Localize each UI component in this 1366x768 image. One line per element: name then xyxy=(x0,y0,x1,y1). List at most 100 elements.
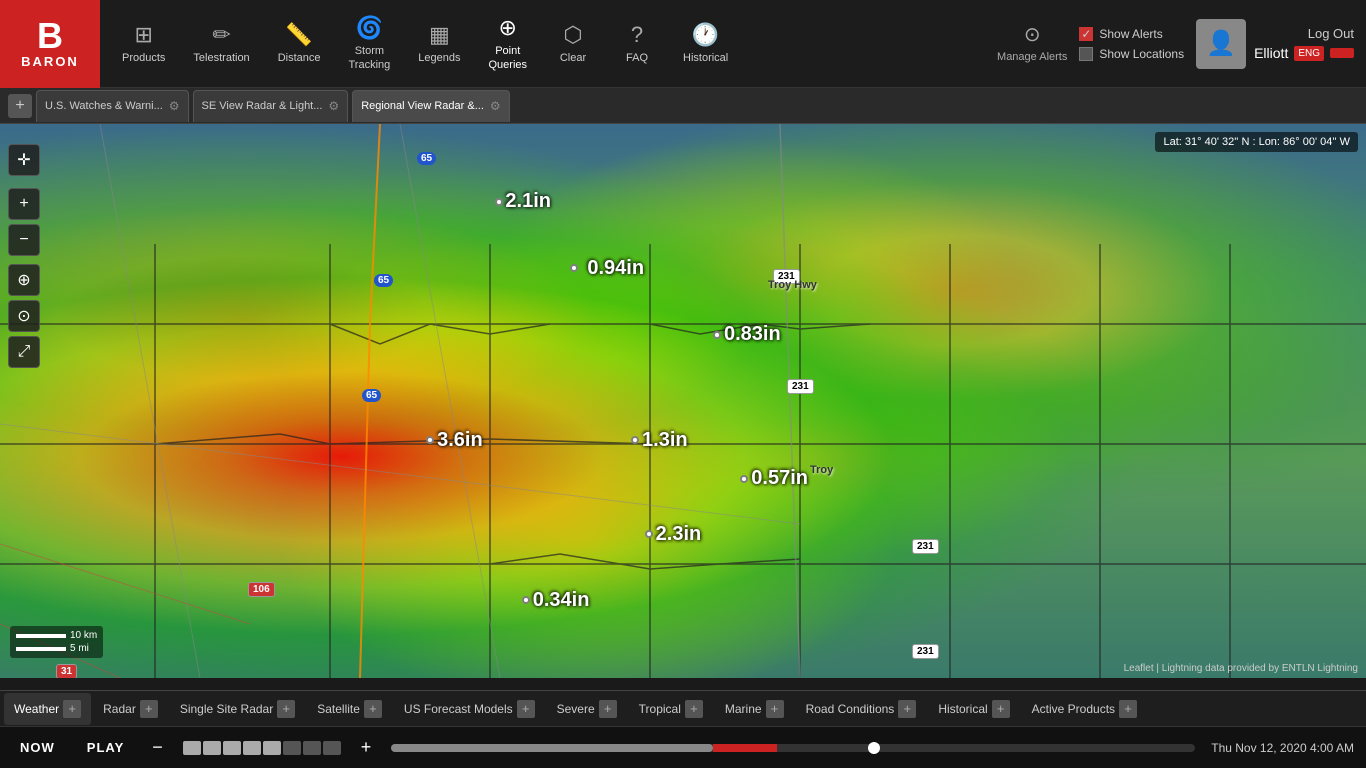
zoom-in-button[interactable]: + xyxy=(8,188,40,220)
nav-item-historical[interactable]: 🕐Historical xyxy=(671,4,740,84)
nav-item-distance[interactable]: 📏 Distance xyxy=(266,4,333,84)
bottom-tab-plus-active-products[interactable]: + xyxy=(1119,700,1137,718)
bottom-tab-historical[interactable]: Historical + xyxy=(928,693,1019,725)
faq-icon: ? xyxy=(631,22,643,48)
flag-indicator xyxy=(1330,48,1354,58)
show-locations-label: Show Locations xyxy=(1099,47,1184,61)
bottom-tab-marine[interactable]: Marine+ xyxy=(715,693,794,725)
bottom-tab-plus-single-site-radar[interactable]: + xyxy=(277,700,295,718)
clear-icon: ⬡ xyxy=(563,22,582,48)
tab-gear-tab2[interactable]: ⚙ xyxy=(328,99,339,113)
bottom-tab-plus-marine[interactable]: + xyxy=(766,700,784,718)
bottom-tab-label-us-forecast-models: US Forecast Models xyxy=(404,702,513,716)
tab-tab3[interactable]: Regional View Radar &... ⚙ xyxy=(352,90,509,122)
bottom-tab-label-tropical: Tropical xyxy=(639,702,681,716)
tab-gear-tab1[interactable]: ⚙ xyxy=(169,99,180,113)
location-button[interactable]: ⊕ xyxy=(8,264,40,296)
legends-icon: ▦ xyxy=(429,22,450,48)
bottom-tab-label-active-products: Active Products xyxy=(1032,702,1115,716)
zoom-out-button[interactable]: − xyxy=(8,224,40,256)
bottom-tab-plus-satellite[interactable]: + xyxy=(364,700,382,718)
play-button[interactable]: PLAY xyxy=(79,736,132,759)
map-area[interactable]: 65 65 65 231 231 231 231 106 31 55 84 43… xyxy=(0,124,1366,678)
pan-icon[interactable]: ✛ xyxy=(8,144,40,176)
segment-6 xyxy=(283,741,301,755)
segment-1 xyxy=(183,741,201,755)
tab-gear-tab3[interactable]: ⚙ xyxy=(490,99,501,113)
bottom-tab-weather[interactable]: Weather+ xyxy=(4,693,91,725)
bottom-tab-radar[interactable]: Radar+ xyxy=(93,693,168,725)
show-alerts-label: Show Alerts xyxy=(1099,27,1162,41)
bottom-tab-tropical[interactable]: Tropical + xyxy=(629,693,713,725)
bottom-tab-plus-historical[interactable]: + xyxy=(992,700,1010,718)
bottom-tab-plus-weather[interactable]: + xyxy=(63,700,81,718)
scale-km-label: 10 km xyxy=(70,630,97,641)
bottom-tab-us-forecast-models[interactable]: US Forecast Models + xyxy=(394,693,545,725)
bottom-tab-active-products[interactable]: Active Products + xyxy=(1022,693,1147,725)
timeline-filled xyxy=(391,744,713,752)
tab-label-tab3: Regional View Radar &... xyxy=(361,100,484,112)
bottom-tab-plus-tropical[interactable]: + xyxy=(685,700,703,718)
show-locations-checkbox[interactable] xyxy=(1079,47,1093,61)
timeline-segments xyxy=(183,741,341,755)
segment-2 xyxy=(203,741,221,755)
user-area: 👤 Log Out Elliott ENG xyxy=(1196,19,1354,69)
user-name: Elliott xyxy=(1254,45,1288,61)
tab-label-tab1: U.S. Watches & Warni... xyxy=(45,100,163,112)
bottom-tab-plus-road-conditions[interactable]: + xyxy=(898,700,916,718)
nav-item-products[interactable]: ⊞Products xyxy=(110,4,177,84)
bottom-tab-plus-us-forecast-models[interactable]: + xyxy=(517,700,535,718)
bottom-tab-satellite[interactable]: Satellite + xyxy=(307,693,392,725)
timeline-track[interactable] xyxy=(391,744,1195,752)
nav-item-faq[interactable]: ? FAQ xyxy=(607,4,667,84)
bottom-tab-single-site-radar[interactable]: Single Site Radar + xyxy=(170,693,305,725)
navbar: B BARON ⊞Products✏Telestration 📏 Distance 🌀… xyxy=(0,0,1366,88)
speed-decrease-button[interactable]: − xyxy=(148,737,167,758)
show-alerts-checkbox[interactable]: ✓ xyxy=(1079,27,1093,41)
bottom-tab-road-conditions[interactable]: Road Conditions+ xyxy=(796,693,927,725)
nav-right: ⊙ Manage Alerts ✓ Show Alerts Show Locat… xyxy=(997,19,1366,69)
pin-button[interactable]: ⊙ xyxy=(8,300,40,332)
nav-item-clear[interactable]: ⬡Clear xyxy=(543,4,603,84)
distance-icon: 📏 xyxy=(285,22,312,48)
manage-alerts-label: Manage Alerts xyxy=(997,51,1067,64)
faq-label: FAQ xyxy=(626,52,648,65)
historical-label: Historical xyxy=(683,52,728,65)
bottom-tabs: Weather+Radar+Single Site Radar+Satellit… xyxy=(0,690,1366,726)
timeline-position-dot[interactable] xyxy=(868,742,880,754)
telestration-label: Telestration xyxy=(193,52,249,65)
add-tab-button[interactable]: + xyxy=(8,94,32,118)
map-svg xyxy=(0,124,1366,678)
lang-badge: ENG xyxy=(1294,46,1324,61)
distance-label: Distance xyxy=(278,52,321,65)
nav-item-telestration[interactable]: ✏Telestration xyxy=(181,4,261,84)
tab-tab2[interactable]: SE View Radar & Light...⚙ xyxy=(193,90,349,122)
nav-item-storm-tracking[interactable]: 🌀 StormTracking xyxy=(336,4,402,84)
bottom-tab-label-single-site-radar: Single Site Radar xyxy=(180,702,273,716)
bottom-tab-severe[interactable]: Severe + xyxy=(547,693,627,725)
bottom-tab-plus-radar[interactable]: + xyxy=(140,700,158,718)
logout-button[interactable]: Log Out xyxy=(1254,26,1354,41)
nav-item-legends[interactable]: ▦ Legends xyxy=(406,4,472,84)
avatar: 👤 xyxy=(1196,19,1246,69)
manage-alerts-button[interactable]: ⊙ Manage Alerts xyxy=(997,22,1067,64)
bottom-tab-plus-severe[interactable]: + xyxy=(599,700,617,718)
segment-7 xyxy=(303,741,321,755)
speed-increase-button[interactable]: + xyxy=(357,737,376,758)
logo[interactable]: B BARON xyxy=(0,0,100,88)
expand-button[interactable]: ⤢ xyxy=(8,336,40,368)
bottom-tab-label-satellite: Satellite xyxy=(317,702,360,716)
storm-tracking-icon: 🌀 xyxy=(356,15,383,41)
show-alerts-row[interactable]: ✓ Show Alerts xyxy=(1079,27,1184,41)
tab-tab1[interactable]: U.S. Watches & Warni... ⚙ xyxy=(36,90,189,122)
nav-item-point-queries[interactable]: ⊕PointQueries xyxy=(476,4,539,84)
storm-tracking-label: StormTracking xyxy=(348,45,390,71)
point-queries-icon: ⊕ xyxy=(499,15,517,41)
now-button[interactable]: NOW xyxy=(12,736,63,759)
bottom-tab-label-road-conditions: Road Conditions xyxy=(806,702,895,716)
bottom-tab-label-historical: Historical xyxy=(938,702,987,716)
legends-label: Legends xyxy=(418,52,460,65)
bottom-tab-label-severe: Severe xyxy=(557,702,595,716)
playback-bar: NOW PLAY − + Thu Nov 12, 2020 4:00 AM xyxy=(0,726,1366,768)
show-locations-row[interactable]: Show Locations xyxy=(1079,47,1184,61)
